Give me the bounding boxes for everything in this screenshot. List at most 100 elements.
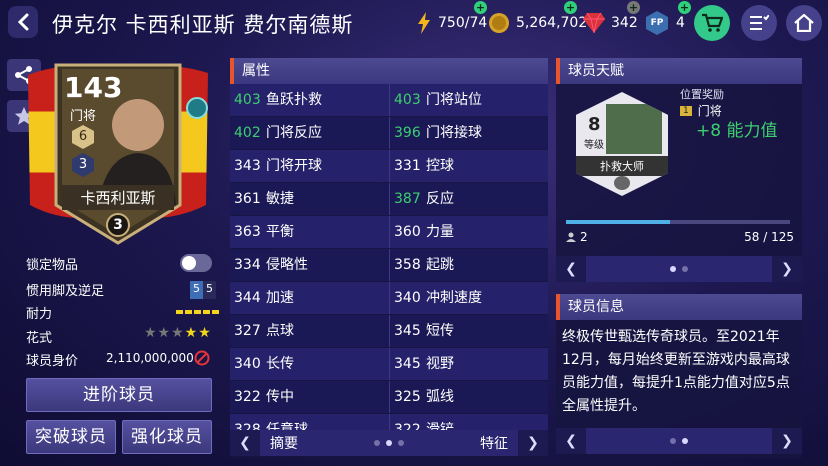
lightning-icon: [418, 12, 430, 34]
chevron-left-icon: ❮: [565, 261, 577, 277]
attribute-value: 361: [234, 191, 261, 207]
attributes-next-button[interactable]: ❯: [518, 430, 548, 456]
attribute-value: 322: [234, 389, 261, 405]
fp-icon: FP: [646, 11, 668, 35]
attribute-value: 331: [394, 158, 421, 174]
enhance-player-button[interactable]: 强化球员: [122, 420, 212, 454]
attribute-row: 403 鱼跃扑救 403 门将站位: [230, 84, 548, 116]
stamina-resource[interactable]: 750/74 +: [416, 1, 488, 38]
attribute-name: 起跳: [426, 257, 454, 273]
list-icon: [750, 15, 769, 30]
player-info-title: 球员信息: [556, 294, 802, 320]
chevron-left-icon: ❮: [239, 435, 251, 451]
menu-button[interactable]: [741, 5, 777, 41]
home-button[interactable]: [786, 5, 822, 41]
attribute-row: 402 门将反应 396 门将接球: [230, 117, 548, 149]
attributes-list[interactable]: 403 鱼跃扑救 403 门将站位 402 门将反应 396 门将接球 343 门将开球 331 控球…: [230, 84, 548, 432]
row-divider: [389, 381, 390, 413]
page-title: 伊克尔 卡西利亚斯 费尔南德斯: [52, 13, 354, 37]
card-position: 门将: [70, 109, 97, 124]
attribute-name: 门将反应: [266, 125, 322, 141]
card-name: 卡西利亚斯: [62, 185, 174, 210]
attribute-name: 视野: [426, 356, 454, 372]
attribute-value: 402: [234, 125, 261, 141]
attribute-value: 403: [234, 92, 261, 108]
talent-progress-text: 58 / 125: [744, 230, 794, 244]
talent-progress-bar: [566, 220, 790, 224]
fp-resource[interactable]: FP 4 +: [646, 1, 691, 38]
attribute-value: 327: [234, 323, 261, 339]
attribute-row: 340 长传 345 视野: [230, 348, 548, 380]
attribute-value: 344: [234, 290, 261, 306]
page-dot: [398, 440, 404, 446]
player-info-text: 终极传世甄选传奇球员。至2021年12月，每月始终更新至游戏内最高球员能力值，每…: [562, 329, 790, 414]
attribute-value: 343: [234, 158, 261, 174]
attribute-row: 363 平衡 360 力量: [230, 216, 548, 248]
stamina-label: 耐力: [26, 307, 53, 322]
skill-stars: ★★★★★: [144, 325, 212, 341]
attribute-value: 387: [394, 191, 421, 207]
coins-resource[interactable]: 5,264,702 +: [488, 1, 587, 38]
info-prev-button[interactable]: ❮: [556, 428, 586, 454]
foot-label: 惯用脚及逆足: [26, 284, 105, 299]
shop-button[interactable]: [694, 5, 730, 41]
chevron-right-icon: ❯: [781, 261, 793, 277]
add-stamina-button[interactable]: +: [474, 1, 487, 14]
lock-toggle[interactable]: [180, 254, 212, 272]
attribute-value: 403: [394, 92, 421, 108]
attribute-name: 冲刺速度: [426, 290, 482, 306]
attributes-title: 属性: [230, 58, 548, 84]
talent-panel: 球员天赋 8 等级 扑救大师 位置奖励 1 门将 +8 能力值 2 58 / 1…: [556, 58, 802, 282]
weak-foot-value: 5: [190, 281, 203, 299]
rank-badge: 3: [106, 213, 130, 237]
attribute-row: 344 加速 340 冲刺速度: [230, 282, 548, 314]
attribute-value: 360: [394, 224, 421, 240]
attributes-prev-button[interactable]: ❮: [230, 430, 260, 456]
jersey-icon: [186, 97, 208, 119]
gems-resource[interactable]: 342 +: [583, 1, 640, 38]
reward-num-badge: 1: [680, 105, 692, 116]
attributes-nav-left-label[interactable]: 摘要: [270, 433, 298, 453]
page-dot: [670, 438, 676, 444]
top-bar: 伊克尔 卡西利亚斯 费尔南德斯 750/74 + 5,264,702 + 342…: [0, 0, 828, 46]
talent-emblem-icon: [614, 176, 630, 190]
chevron-left-icon: ❮: [565, 433, 577, 449]
info-next-button[interactable]: ❯: [772, 428, 802, 454]
attribute-name: 点球: [266, 323, 294, 339]
page-dot-active: [670, 266, 676, 272]
skill-label: 花式: [26, 331, 53, 346]
stamina-value: 750/74: [438, 15, 488, 31]
breakthrough-player-button[interactable]: 突破球员: [26, 420, 116, 454]
player-card[interactable]: 143 门将 6 3 卡西利亚斯 3: [26, 55, 210, 245]
row-divider: [389, 150, 390, 182]
lock-label: 锁定物品: [26, 258, 79, 273]
reward-title: 位置奖励: [680, 88, 724, 101]
talent-badge[interactable]: 8 等级 扑救大师: [576, 92, 668, 196]
value-label: 球员身价: [26, 354, 79, 369]
attributes-nav: ❮ 摘要 特征 ❯: [230, 430, 548, 456]
add-coins-button[interactable]: +: [564, 1, 577, 14]
attributes-panel: 属性 403 鱼跃扑救 403 门将站位 402 门将反应 396 门将接球 343 门将开球 33…: [230, 58, 548, 458]
coin-icon: [489, 13, 509, 33]
attribute-value: 396: [394, 125, 421, 141]
forbidden-icon[interactable]: [194, 350, 210, 366]
add-gems-button[interactable]: +: [627, 1, 640, 14]
attribute-name: 门将接球: [426, 125, 482, 141]
attribute-value: 334: [234, 257, 261, 273]
attribute-name: 加速: [266, 290, 294, 306]
talent-next-button[interactable]: ❯: [772, 256, 802, 282]
attribute-name: 敏捷: [266, 191, 294, 207]
page-dot: [374, 440, 380, 446]
attribute-row: 322 传中 325 弧线: [230, 381, 548, 413]
add-fp-button[interactable]: +: [678, 1, 691, 14]
row-divider: [389, 315, 390, 347]
cart-icon: [702, 13, 723, 32]
back-button[interactable]: [8, 6, 38, 38]
talent-prev-button[interactable]: ❮: [556, 256, 586, 282]
progress-left: 2: [566, 230, 588, 244]
strong-foot-value: 5: [203, 281, 216, 299]
talent-level: 8: [588, 114, 601, 135]
talent-progress-fill: [566, 220, 670, 224]
advance-player-button[interactable]: 进阶球员: [26, 378, 212, 412]
attributes-nav-right-label[interactable]: 特征: [480, 433, 508, 453]
